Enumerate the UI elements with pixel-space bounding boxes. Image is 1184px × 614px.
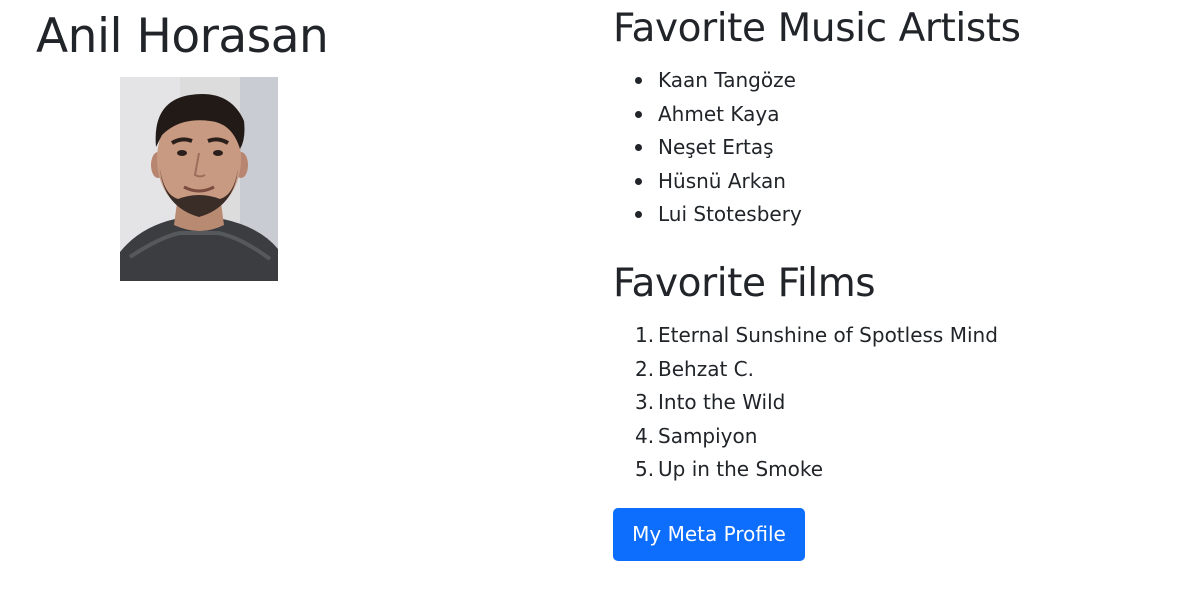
film-list: 1. Eternal Sunshine of Spotless Mind 2. Be… — [613, 319, 998, 487]
music-artist-list: Kaan Tangöze Ahmet Kaya Neşet Ertaş Hüsn… — [613, 64, 802, 232]
list-item: 5. Up in the Smoke — [613, 453, 998, 487]
music-heading: Favorite Music Artists — [613, 6, 1021, 51]
list-number: 1. — [635, 323, 655, 347]
list-number: 4. — [635, 423, 655, 448]
profile-page: Anil Horasan Favorite Music Artists Kaan… — [0, 0, 1184, 614]
film-title: Behzat C. — [658, 356, 754, 381]
list-item: 1. Eternal Sunshine of Spotless Mind — [613, 319, 998, 353]
list-item: Lui Stotesbery — [613, 198, 802, 232]
list-item: 3. Into the Wild — [613, 386, 998, 420]
film-title: Into the Wild — [658, 390, 786, 414]
profile-photo — [120, 77, 278, 281]
list-item: Kaan Tangöze — [613, 64, 802, 98]
list-number: 3. — [635, 390, 655, 414]
list-item: Ahmet Kaya — [613, 98, 802, 132]
list-item: Neşet Ertaş — [613, 131, 802, 165]
list-number: 5. — [635, 457, 655, 481]
meta-profile-button[interactable]: My Meta Profile — [613, 508, 805, 561]
film-title: Eternal Sunshine of Spotless Mind — [658, 323, 998, 347]
list-number: 2. — [635, 356, 655, 381]
profile-name: Anil Horasan — [36, 9, 329, 64]
film-title: Up in the Smoke — [658, 457, 824, 481]
list-item: Hüsnü Arkan — [613, 165, 802, 199]
films-heading: Favorite Films — [613, 261, 876, 306]
list-item: 2. Behzat C. — [613, 353, 998, 387]
film-title: Sampiyon — [658, 423, 758, 448]
list-item: 4. Sampiyon — [613, 420, 998, 454]
